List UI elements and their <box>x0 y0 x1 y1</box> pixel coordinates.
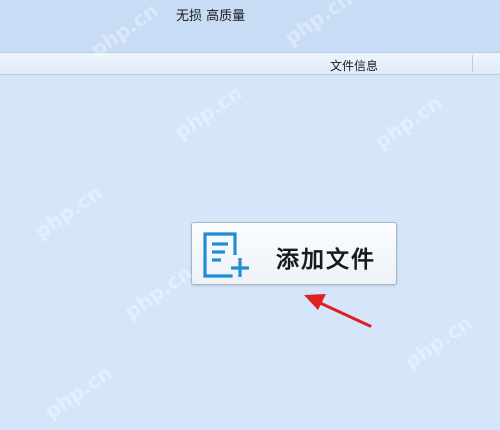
file-info-column-header[interactable]: 文件信息 <box>330 57 378 74</box>
red-arrow-annotation <box>304 294 372 328</box>
add-file-label: 添加文件 <box>276 246 376 273</box>
add-file-icon <box>203 232 249 278</box>
file-list-header: 文件信息 <box>0 52 500 75</box>
top-banner: 无损 高质量 <box>0 0 500 52</box>
add-file-button[interactable]: 添加文件 <box>191 222 397 285</box>
quality-option-text[interactable]: 无损 高质量 <box>176 5 245 24</box>
column-divider[interactable] <box>472 55 473 72</box>
